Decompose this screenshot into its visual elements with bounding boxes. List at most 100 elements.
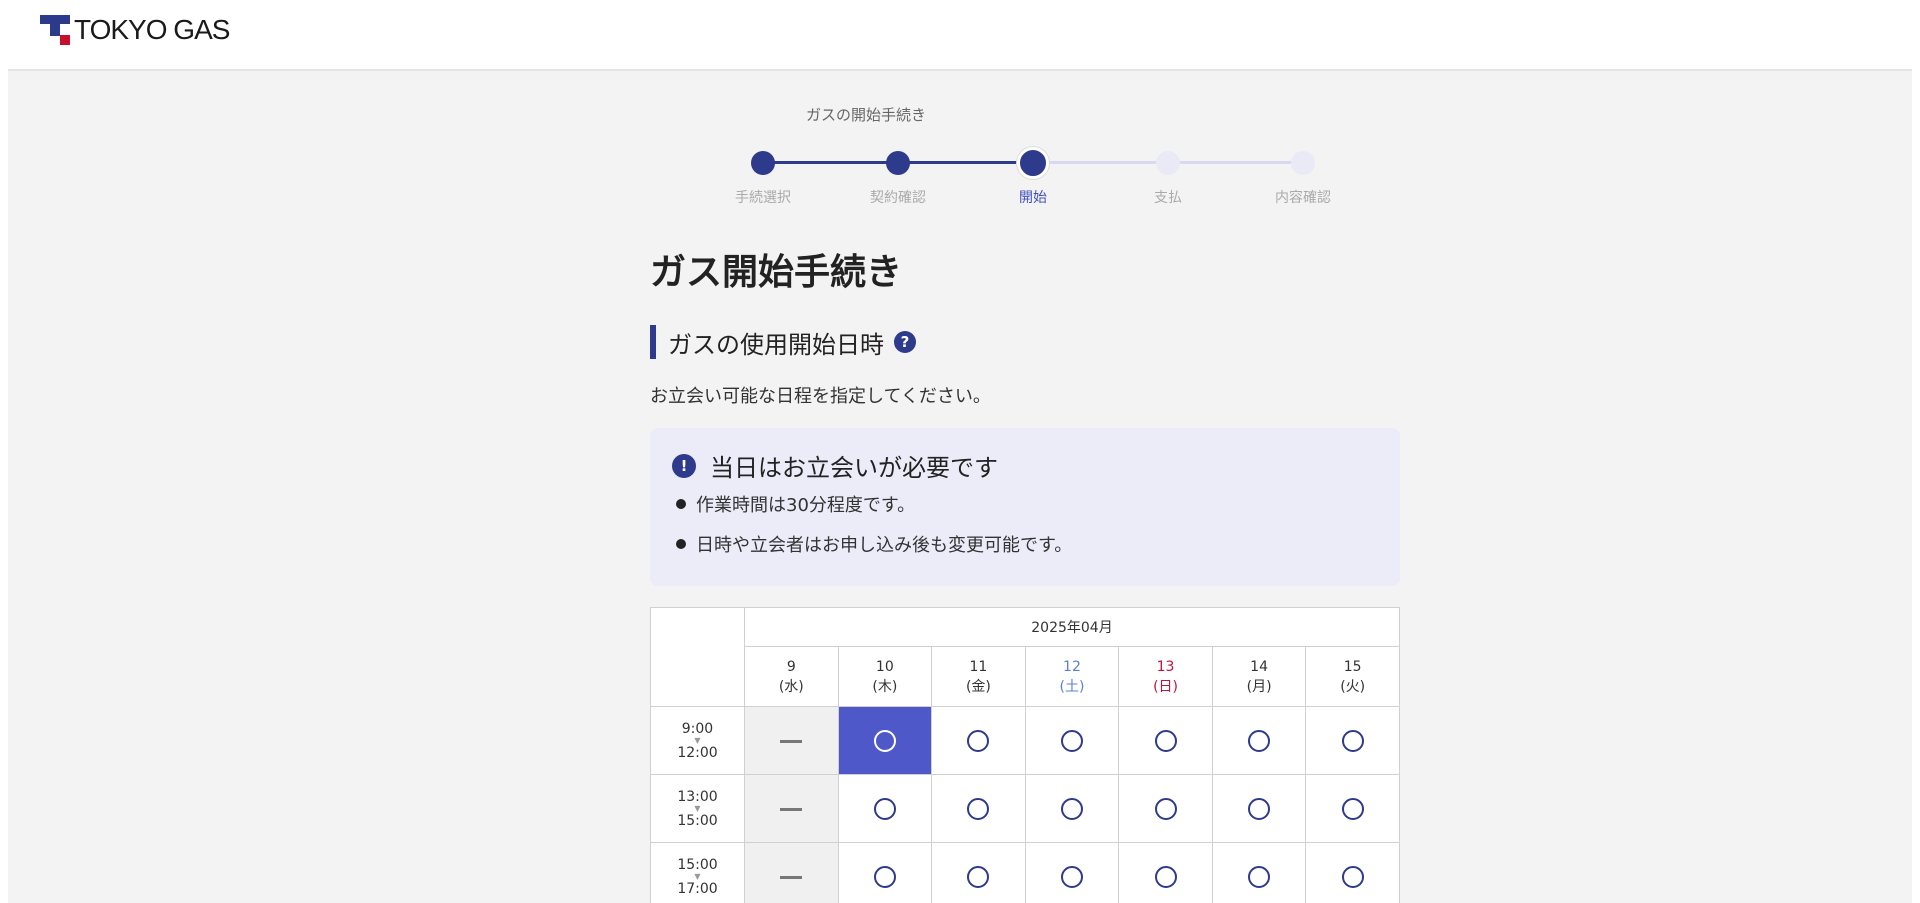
circle-icon [967,797,990,820]
circle-icon [967,729,990,752]
day-header-saturday: 12 (土) [1024,646,1120,707]
slot-available[interactable] [1305,842,1400,903]
step-review: 内容確認 [1243,139,1363,207]
calendar-month: 2025年04月 [744,607,1400,647]
notice-item-text: 日時や立会者はお申し込み後も変更可能です。 [696,535,1073,556]
day-header: 15 (火) [1305,646,1400,707]
day-weekday: (日) [1153,678,1178,695]
day-weekday: (月) [1246,678,1272,695]
step-dot [751,151,775,175]
time-range: 13:00 ▼ 15:00 [650,774,745,843]
step-start: 開始 [973,139,1093,207]
time-range: 15:00 ▼ 17:00 [650,842,745,903]
circle-icon [1154,729,1177,752]
circle-icon [1060,865,1083,888]
circle-icon [1060,797,1083,820]
day-date: 10 [875,658,894,675]
arrow-down-icon: ▼ [694,803,701,813]
arrow-down-icon: ▼ [694,735,701,745]
bullet-icon [676,539,686,549]
step-label: 手続選択 [735,190,791,206]
slot-available[interactable] [1024,706,1120,775]
slot-available[interactable] [837,774,933,843]
notice-item: 日時や立会者はお申し込み後も変更可能です。 [676,531,1072,557]
day-header: 14 (月) [1211,646,1307,707]
bullet-icon [676,499,686,509]
step-label: 内容確認 [1275,190,1331,206]
day-date: 15 [1343,658,1362,675]
day-weekday: (金) [965,678,991,695]
slot-available[interactable] [1118,706,1213,775]
step-dot-current [1017,147,1049,179]
arrow-down-icon: ▼ [694,871,701,881]
circle-icon [1248,865,1271,888]
circle-icon [1341,729,1364,752]
calendar-corner [650,607,745,707]
slot-available[interactable] [931,842,1026,903]
time-start: 13:00 [677,788,718,805]
date-time-calendar: 2025年04月 9 (水) 10 (木) 11 (金) 12 (土) 13 (日) 14… [650,607,1400,903]
time-slot-row: 13:00 ▼ 15:00 [650,774,1400,843]
step-dot [886,151,910,175]
notice-title-text: 当日はお立会いが必要です [710,454,998,482]
circle-icon [967,865,990,888]
time-start: 9:00 [681,720,714,737]
slot-available[interactable] [1211,706,1307,775]
circle-icon [1154,865,1177,888]
day-weekday: (土) [1059,678,1085,695]
slot-available[interactable] [1118,842,1213,903]
circle-icon [873,865,896,888]
section-title-text: ガスの使用開始日時 [668,330,884,359]
step-label-current: 開始 [1019,190,1047,206]
help-icon[interactable]: ? [894,331,916,353]
notice-item: 作業時間は30分程度です。 [676,491,915,517]
circle-icon [1248,729,1271,752]
day-header: 11 (金) [931,646,1026,707]
circle-icon [1248,797,1271,820]
slot-available[interactable] [931,774,1026,843]
day-date: 12 [1063,658,1081,675]
exclamation-icon: ! [672,453,696,478]
slot-unavailable [744,842,839,903]
time-end: 12:00 [677,744,718,761]
step-dot [1291,151,1315,175]
slot-available[interactable] [1305,774,1400,843]
slot-selected[interactable] [837,706,933,775]
step-label: 契約確認 [870,190,926,206]
step-payment: 支払 [1108,139,1228,207]
slot-available[interactable] [837,842,933,903]
day-date: 11 [969,658,988,675]
circle-icon [1341,797,1364,820]
circle-icon [873,729,896,752]
dash-icon [780,740,803,743]
progress-stepper: 手続選択 契約確認 開始 支払 内容確認 [718,139,1331,239]
main-content: ガスの開始手続き 手続選択 契約確認 開始 支払 内容確認 ガス開始手続き ガス… [8,71,1912,903]
section-accent-bar [650,325,656,359]
day-date: 13 [1156,658,1175,675]
circle-icon [1154,797,1177,820]
slot-available[interactable] [931,706,1026,775]
day-date: 9 [786,658,796,675]
day-weekday: (火) [1340,678,1366,695]
stepper-heading: ガスの開始手続き [806,106,927,124]
time-start: 15:00 [677,856,718,873]
circle-icon [873,797,896,820]
time-end: 15:00 [677,812,718,829]
slot-available[interactable] [1211,842,1307,903]
time-end: 17:00 [677,880,718,897]
step-confirm-contract: 契約確認 [838,139,958,207]
slot-available[interactable] [1024,774,1120,843]
day-date: 14 [1250,658,1268,675]
step-label: 支払 [1154,190,1182,206]
slot-available[interactable] [1211,774,1307,843]
tokyo-gas-logo[interactable]: TOKYO GAS [40,14,230,46]
notice-item-text: 作業時間は30分程度です。 [696,495,916,516]
logo-text: TOKYO GAS [74,14,230,45]
day-header-sunday: 13 (日) [1118,646,1213,707]
slot-unavailable [744,774,839,843]
instruction-text: お立会い可能な日程を指定してください。 [650,386,991,407]
day-weekday: (木) [872,678,898,695]
slot-available[interactable] [1024,842,1120,903]
slot-available[interactable] [1305,706,1400,775]
slot-available[interactable] [1118,774,1213,843]
